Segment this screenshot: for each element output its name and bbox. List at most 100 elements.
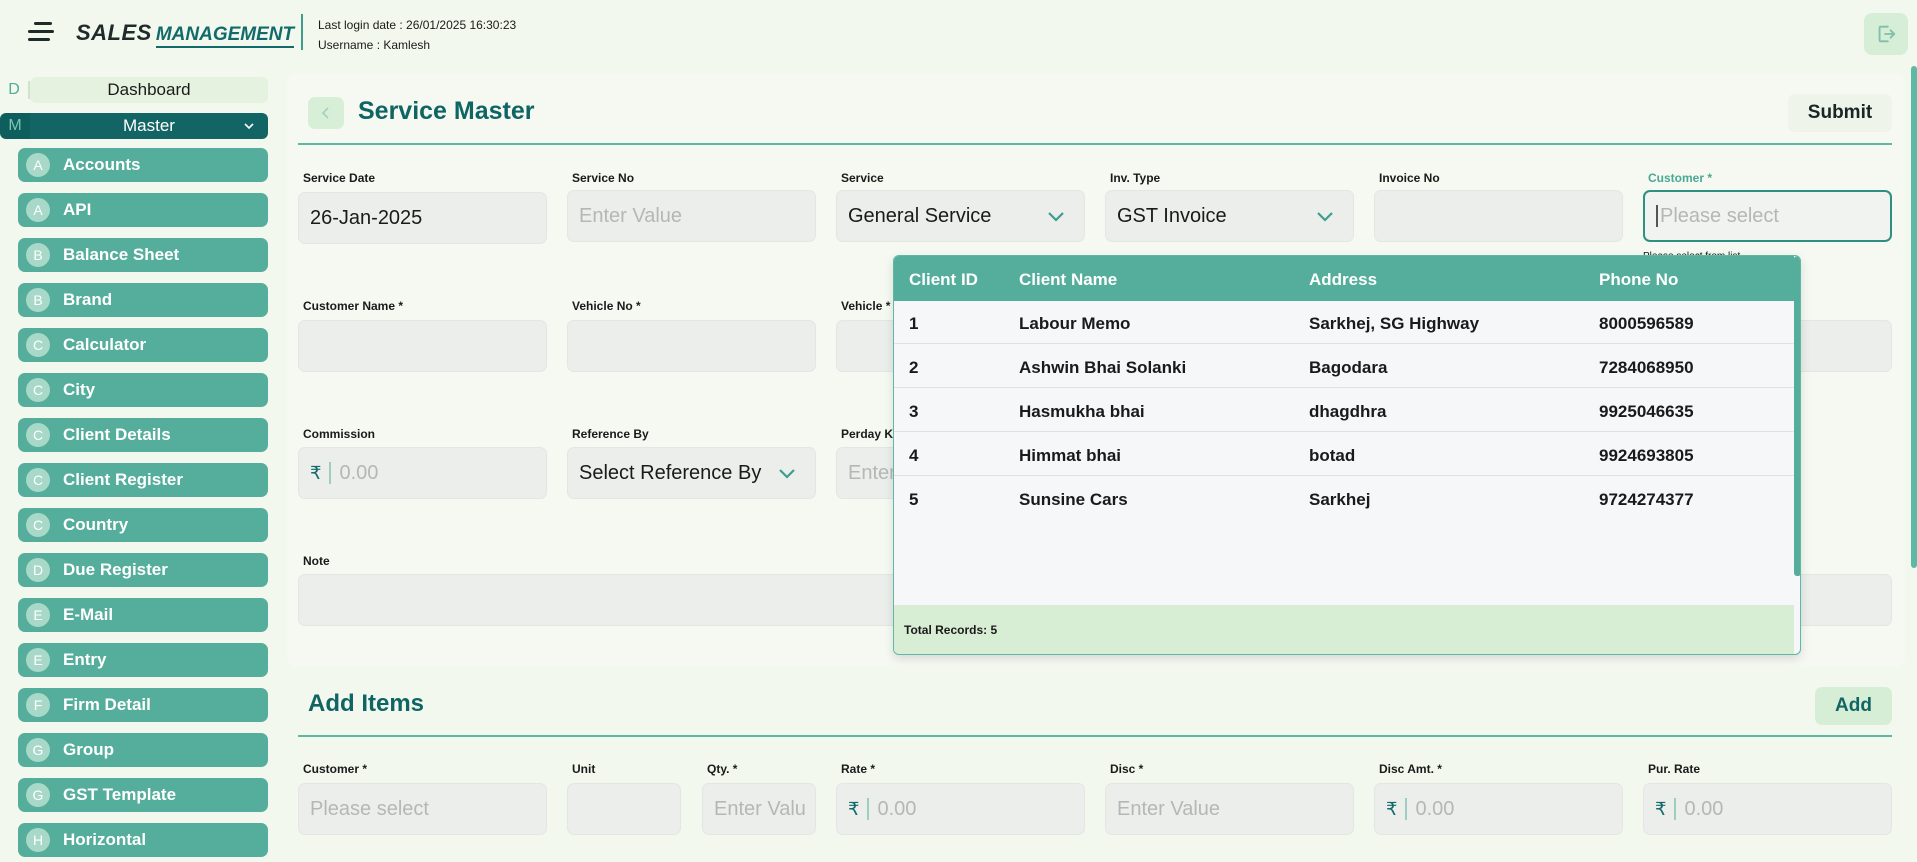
commission-input[interactable]: ₹ 0.00 [298, 447, 547, 499]
pur-rate-placeholder: 0.00 [1684, 797, 1724, 820]
client-id: 1 [909, 314, 919, 333]
client-row[interactable]: 1 Labour Memo Sarkhej, SG Highway 800059… [894, 301, 1794, 344]
back-button[interactable] [308, 97, 344, 129]
sidebar-item-due-register[interactable]: D Due Register [18, 553, 268, 587]
sidebar-item-city[interactable]: C City [18, 373, 268, 407]
column-header-address[interactable]: Address [1309, 270, 1377, 290]
service-date-field[interactable]: 26-Jan-2025 [298, 192, 547, 244]
letter-badge: E [26, 603, 50, 627]
client-row[interactable]: 3 Hasmukha bhai dhagdhra 9925046635 [894, 389, 1794, 432]
unit-field[interactable] [567, 783, 681, 835]
inv-type-select[interactable]: GST Invoice [1105, 190, 1354, 242]
client-address: botad [1309, 446, 1356, 465]
sidebar-item-client-details[interactable]: C Client Details [18, 418, 268, 452]
add-button[interactable]: Add [1815, 687, 1892, 725]
sidebar-item-label: Country [63, 515, 129, 534]
logout-button[interactable] [1864, 13, 1908, 55]
add-items-divider [298, 735, 1892, 737]
master-label-wrap: Master [30, 113, 268, 139]
top-bar: SALES MANAGEMENT Last login date : 26/01/… [0, 0, 1917, 66]
column-header-client-id[interactable]: Client ID [909, 270, 978, 290]
username-text: Username : Kamlesh [318, 38, 431, 52]
disc-input[interactable]: Enter Value [1105, 783, 1354, 835]
letter-badge: H [26, 828, 50, 852]
page-scrollbar[interactable] [1911, 66, 1917, 568]
customer-name-field[interactable] [298, 320, 547, 372]
letter-badge: C [26, 333, 50, 357]
customer-name-label: Customer Name * [303, 299, 404, 313]
master-letter: M [0, 113, 30, 139]
sidebar-item-label: City [63, 380, 96, 399]
client-phone: 9924693805 [1599, 446, 1694, 465]
sidebar-item-horizontal[interactable]: H Horizontal [18, 823, 268, 857]
unit-label: Unit [572, 762, 596, 776]
client-phone: 9724274377 [1599, 490, 1694, 509]
customer-label: Customer * [1648, 171, 1713, 185]
disc-placeholder: Enter Value [1117, 797, 1221, 820]
vehicle-no-field[interactable] [567, 320, 816, 372]
customer-input[interactable]: Please select [1643, 190, 1892, 242]
column-header-client-name[interactable]: Client Name [1019, 270, 1117, 290]
sidebar-item-brand[interactable]: B Brand [18, 283, 268, 317]
letter-badge: B [26, 243, 50, 267]
service-select[interactable]: General Service [836, 190, 1085, 242]
sidebar-item-client-register[interactable]: C Client Register [18, 463, 268, 497]
client-phone: 8000596589 [1599, 314, 1694, 333]
item-customer-input[interactable]: Please select [298, 783, 547, 835]
sidebar-item-balance-sheet[interactable]: B Balance Sheet [18, 238, 268, 272]
sidebar-item-calculator[interactable]: C Calculator [18, 328, 268, 362]
sidebar-item-label: Group [63, 740, 114, 759]
pur-rate-input[interactable]: ₹ 0.00 [1643, 783, 1892, 835]
sidebar-item-group[interactable]: G Group [18, 733, 268, 767]
qty-input[interactable]: Enter Valu [702, 783, 816, 835]
sidebar-item-label: Client Details [63, 425, 171, 444]
add-items-title: Add Items [308, 690, 425, 717]
customer-dropdown: Client ID Client Name Address Phone No 1… [893, 255, 1801, 655]
client-name: Ashwin Bhai Solanki [1019, 358, 1187, 377]
sidebar-item-api[interactable]: A API [18, 193, 268, 227]
chevron-down-icon [1317, 212, 1333, 222]
letter-badge: G [26, 783, 50, 807]
sidebar-item-gst-template[interactable]: G GST Template [18, 778, 268, 812]
sidebar-item-email[interactable]: E E-Mail [18, 598, 268, 632]
client-id: 5 [909, 490, 919, 509]
sidebar-item-label: Entry [63, 650, 107, 669]
rupee-icon: ₹ [1386, 798, 1408, 820]
letter-badge: A [26, 198, 50, 222]
header-divider [301, 14, 303, 50]
hamburger-icon[interactable] [28, 22, 54, 42]
client-row[interactable]: 4 Himmat bhai botad 9924693805 [894, 433, 1794, 476]
sidebar-item-accounts[interactable]: A Accounts [18, 148, 268, 182]
reference-by-select[interactable]: Select Reference By [567, 447, 816, 499]
disc-amt-input[interactable]: ₹ 0.00 [1374, 783, 1623, 835]
sidebar-item-entry[interactable]: E Entry [18, 643, 268, 677]
dropdown-scrollbar[interactable] [1794, 256, 1800, 576]
sidebar-item-firm-detail[interactable]: F Firm Detail [18, 688, 268, 722]
client-address: Bagodara [1309, 358, 1388, 377]
sidebar-item-label: Accounts [63, 155, 141, 174]
text-cursor [1656, 205, 1658, 227]
reference-by-value: Select Reference By [579, 461, 762, 484]
client-row[interactable]: 2 Ashwin Bhai Solanki Bagodara 728406895… [894, 345, 1794, 388]
service-no-input[interactable]: Enter Value [567, 190, 816, 242]
letter-badge: C [26, 468, 50, 492]
invoice-no-field[interactable] [1374, 190, 1623, 242]
service-label: Service [841, 171, 884, 185]
inv-type-label: Inv. Type [1110, 171, 1161, 185]
sidebar-item-country[interactable]: C Country [18, 508, 268, 542]
service-no-placeholder: Enter Value [579, 204, 683, 227]
title-divider [298, 143, 1892, 145]
column-header-phone[interactable]: Phone No [1599, 270, 1678, 290]
dropdown-footer: Total Records: 5 [894, 605, 1794, 654]
client-row[interactable]: 5 Sunsine Cars Sarkhej 9724274377 [894, 477, 1794, 520]
dashboard-letter: D [0, 81, 30, 99]
client-phone: 7284068950 [1599, 358, 1694, 377]
sidebar-item-dashboard[interactable]: D Dashboard [0, 77, 268, 103]
client-phone: 9925046635 [1599, 402, 1694, 421]
customer-placeholder: Please select [1660, 204, 1779, 227]
rate-input[interactable]: ₹ 0.00 [836, 783, 1085, 835]
submit-button[interactable]: Submit [1788, 94, 1892, 132]
client-address: dhagdhra [1309, 402, 1387, 421]
sidebar-item-master[interactable]: M Master [0, 113, 268, 139]
disc-amt-label: Disc Amt. * [1379, 762, 1442, 776]
